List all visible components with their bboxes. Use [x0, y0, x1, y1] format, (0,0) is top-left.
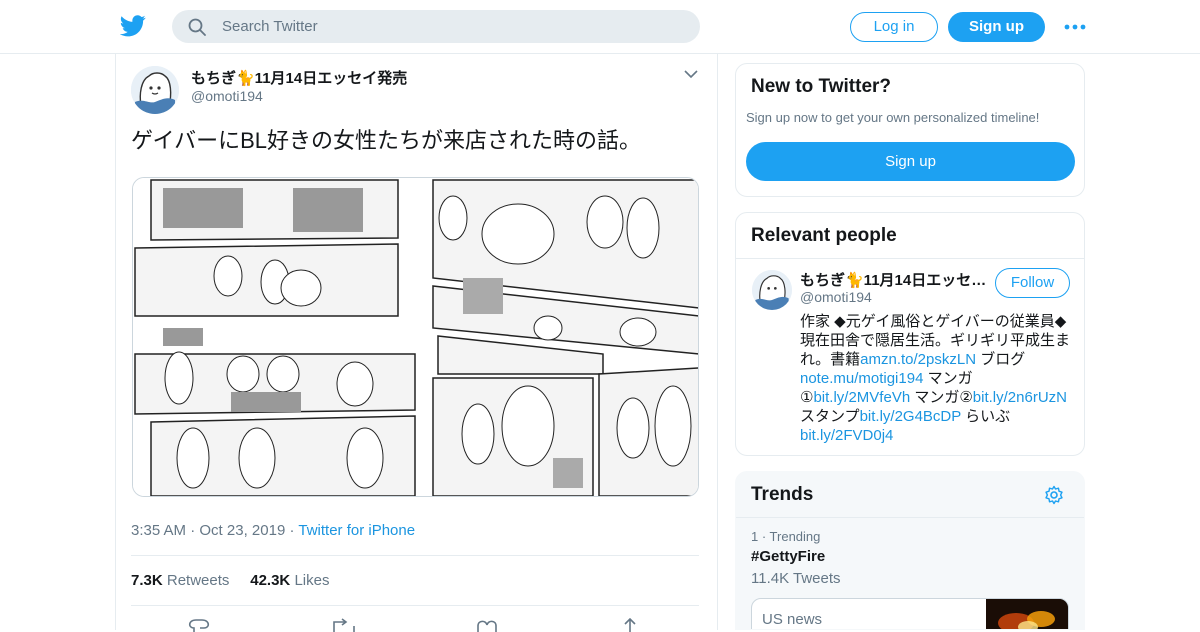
likes-stat[interactable]: 42.3K Likes [250, 572, 329, 589]
caret-down-icon[interactable] [684, 69, 698, 79]
tweet-image[interactable] [132, 177, 699, 497]
search-box[interactable] [172, 10, 700, 43]
login-button[interactable]: Log in [850, 12, 938, 42]
bio-link[interactable]: amzn.to/2pskzLN [860, 351, 976, 368]
search-icon [188, 18, 206, 36]
person-avatar[interactable] [752, 270, 792, 310]
author-handle[interactable]: @omoti194 [191, 88, 263, 104]
person-name[interactable]: もちぎ🐈11月14日エッセイ発売 [800, 269, 990, 290]
news-category: US news [762, 611, 823, 628]
trend-meta: 1 · Trending [751, 529, 821, 544]
bio-text: ブログ [976, 351, 1026, 368]
share-icon[interactable] [624, 618, 636, 632]
trend-hashtag[interactable]: #GettyFire [751, 548, 825, 565]
trend-tweet-count: 11.4K Tweets [751, 570, 841, 587]
more-options-icon[interactable] [1064, 22, 1086, 32]
likes-count: 42.3K [250, 572, 291, 589]
tweet-timestamp[interactable]: 3:35 AM · Oct 23, 2019 · Twitter for iPh… [131, 522, 415, 539]
new-to-twitter-card: New to Twitter? Sign up now to get your … [735, 63, 1085, 197]
retweets-label: Retweets [166, 572, 230, 589]
likes-label: Likes [294, 572, 330, 589]
person-handle[interactable]: @omoti194 [800, 289, 872, 305]
tweet-date: Oct 23, 2019 [199, 522, 286, 539]
bio-link[interactable]: note.mu/motigi194 [800, 370, 923, 387]
bio-link[interactable]: bit.ly/2MVfeVh [813, 389, 910, 406]
bio-text: スタンプ [800, 408, 860, 425]
divider [131, 555, 699, 556]
bio-text: らいぶ [961, 408, 1011, 425]
bio-link[interactable]: bit.ly/2n6rUzN [973, 389, 1067, 406]
manga-page-image [133, 178, 698, 496]
search-input[interactable] [222, 10, 682, 43]
bio-link[interactable]: bit.ly/2G4BcDP [860, 408, 961, 425]
new-to-twitter-subtitle: Sign up now to get your own personalized… [746, 110, 1040, 125]
signup-button[interactable]: Sign up [948, 12, 1045, 42]
news-card[interactable]: US news [751, 598, 1069, 629]
retweet-icon[interactable] [333, 618, 355, 632]
gear-icon[interactable] [1044, 485, 1064, 505]
tweet-stats: 7.3K Retweets 42.3K Likes [131, 572, 329, 589]
tweet-time: 3:35 AM [131, 522, 187, 539]
twitter-bird-icon[interactable] [120, 14, 146, 38]
divider [131, 605, 699, 606]
person-bio: 作家 ◆元ゲイ風俗とゲイバーの従業員◆現在田舎で隠居生活。ギリギリ平成生まれ。書… [800, 312, 1075, 445]
tweet-text: ゲイバーにBL好きの女性たちが来店された時の話。 [131, 128, 642, 153]
tweet-source-link[interactable]: Twitter for iPhone [298, 522, 415, 539]
new-to-twitter-title: New to Twitter? [751, 76, 892, 97]
bio-link[interactable]: bit.ly/2FVD0j4 [800, 427, 893, 444]
top-bar: Log in Sign up [0, 0, 1200, 54]
reply-icon[interactable] [188, 619, 210, 632]
retweets-stat[interactable]: 7.3K Retweets [131, 572, 229, 589]
retweets-count: 7.3K [131, 572, 163, 589]
trends-card: Trends 1 · Trending #GettyFire 11.4K Twe… [735, 471, 1085, 630]
news-thumbnail [986, 599, 1068, 629]
trends-title: Trends [751, 484, 814, 505]
relevant-people-card: Relevant people もちぎ🐈11月14日エッセイ発売 @omoti1… [735, 212, 1085, 456]
relevant-people-header: Relevant people [736, 213, 1084, 259]
bio-text: マンガ② [910, 389, 973, 406]
author-name[interactable]: もちぎ🐈11月14日エッセイ発売 [191, 67, 407, 88]
tweet-detail: もちぎ🐈11月14日エッセイ発売 @omoti194 ゲイバーにBL好きの女性た… [115, 54, 718, 632]
author-avatar[interactable] [131, 66, 179, 114]
like-icon[interactable] [477, 620, 497, 632]
mochigi-character-image [131, 66, 179, 114]
sidebar-signup-button[interactable]: Sign up [746, 142, 1075, 181]
trends-header: Trends [736, 472, 1084, 518]
fire-image [986, 599, 1068, 629]
relevant-people-title: Relevant people [751, 225, 897, 246]
mochigi-character-image [752, 270, 792, 310]
follow-button[interactable]: Follow [995, 268, 1070, 298]
